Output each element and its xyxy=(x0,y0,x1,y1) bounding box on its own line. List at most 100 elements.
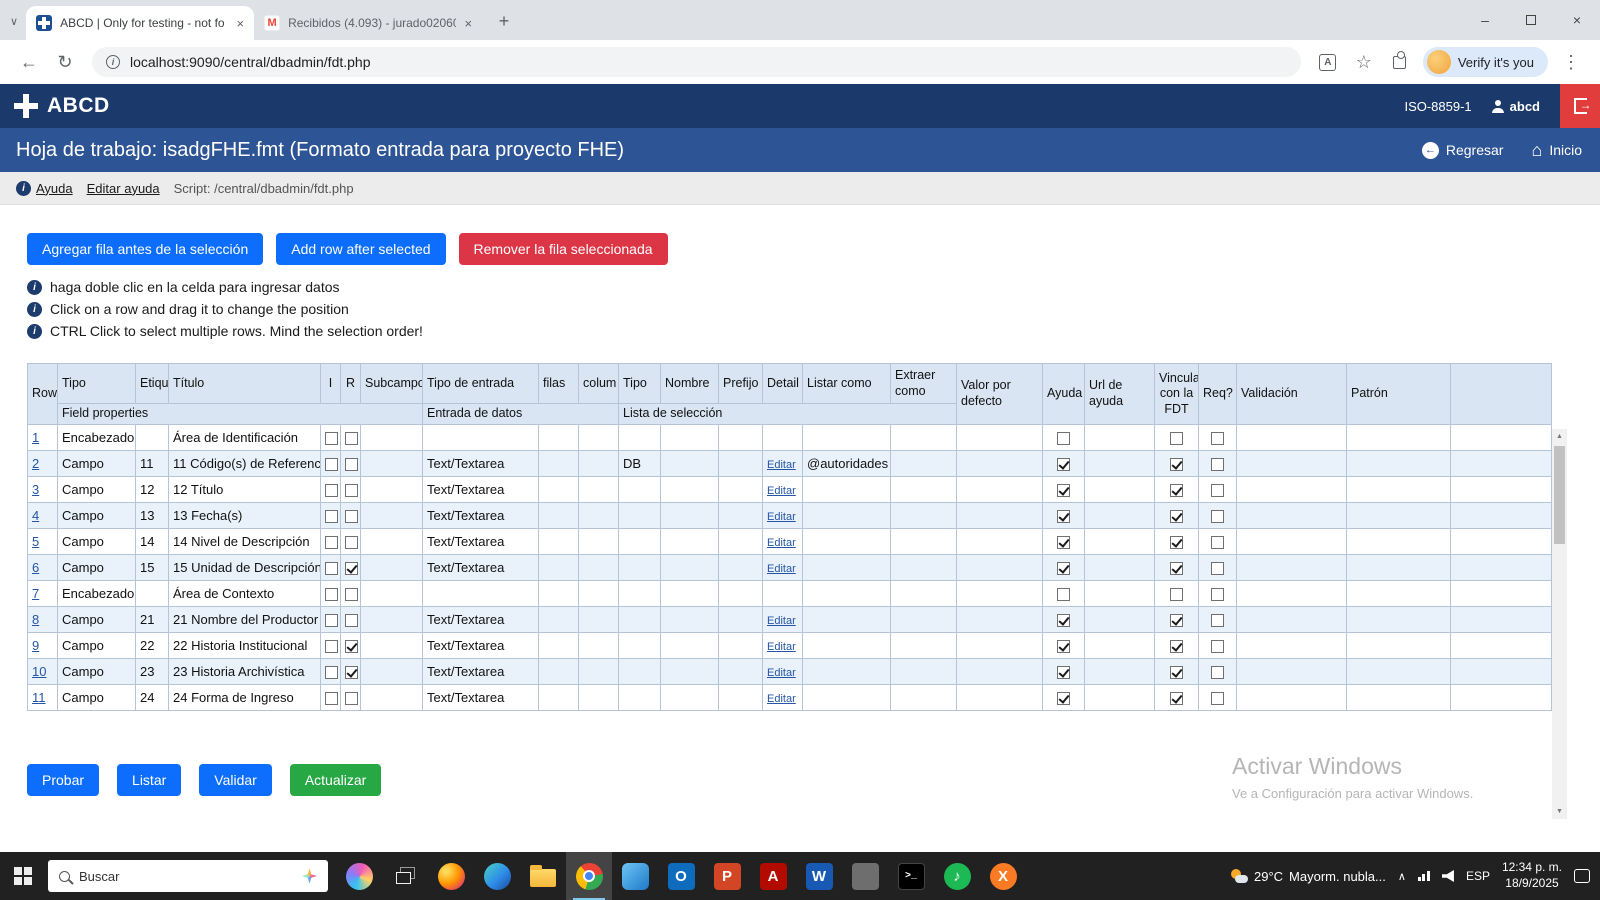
tray-chevron-icon[interactable]: ∧ xyxy=(1398,870,1406,883)
ayuda-checkbox[interactable] xyxy=(1057,640,1070,653)
ayuda-checkbox[interactable] xyxy=(1057,458,1070,471)
req-checkbox[interactable] xyxy=(1211,666,1224,679)
ayuda-checkbox[interactable] xyxy=(1057,484,1070,497)
i-checkbox[interactable] xyxy=(325,692,338,705)
scroll-down-icon[interactable]: ▼ xyxy=(1552,804,1567,819)
req-checkbox[interactable] xyxy=(1211,614,1224,627)
fdt-checkbox[interactable] xyxy=(1170,458,1183,471)
clock[interactable]: 12:34 p. m. 18/9/2025 xyxy=(1502,860,1562,891)
pinned-app-icon[interactable] xyxy=(842,852,888,900)
r-checkbox[interactable] xyxy=(345,432,358,445)
inicio-link[interactable]: ⌂ Inicio xyxy=(1531,141,1582,159)
editar-link[interactable]: Editar xyxy=(767,511,796,523)
ayuda-checkbox[interactable] xyxy=(1057,692,1070,705)
tab-close-icon[interactable]: × xyxy=(464,16,472,31)
fdt-checkbox[interactable] xyxy=(1170,588,1183,601)
r-checkbox[interactable] xyxy=(345,692,358,705)
i-checkbox[interactable] xyxy=(325,588,338,601)
i-checkbox[interactable] xyxy=(325,614,338,627)
fdt-checkbox[interactable] xyxy=(1170,666,1183,679)
powerpoint-icon[interactable]: P xyxy=(704,852,750,900)
tab-close-icon[interactable]: × xyxy=(236,16,244,31)
ayuda-checkbox[interactable] xyxy=(1057,562,1070,575)
start-button[interactable] xyxy=(0,852,46,900)
row-number-link[interactable]: 8 xyxy=(32,612,39,627)
notification-icon[interactable] xyxy=(1574,869,1590,883)
site-info-icon[interactable]: i xyxy=(106,55,120,69)
table-row[interactable]: 10Campo2323 Historia ArchivísticaText/Te… xyxy=(28,659,1552,685)
fdt-checkbox[interactable] xyxy=(1170,692,1183,705)
edge-icon[interactable] xyxy=(474,852,520,900)
back-button[interactable]: ← xyxy=(12,45,46,79)
listar-button[interactable]: Listar xyxy=(117,764,181,796)
reload-button[interactable]: ↻ xyxy=(48,45,82,79)
tab-search-icon[interactable]: ∨ xyxy=(10,15,18,28)
minimize-button[interactable]: – xyxy=(1462,0,1508,40)
i-checkbox[interactable] xyxy=(325,484,338,497)
remove-row-button[interactable]: Remover la fila seleccionada xyxy=(459,233,668,265)
editar-link[interactable]: Editar xyxy=(767,667,796,679)
r-checkbox[interactable] xyxy=(345,666,358,679)
table-row[interactable]: 1EncabezadoÁrea de Identificación xyxy=(28,425,1552,451)
req-checkbox[interactable] xyxy=(1211,458,1224,471)
word-icon[interactable]: W xyxy=(796,852,842,900)
row-number-link[interactable]: 2 xyxy=(32,456,39,471)
fdt-checkbox[interactable] xyxy=(1170,510,1183,523)
req-checkbox[interactable] xyxy=(1211,432,1224,445)
translate-icon[interactable]: A xyxy=(1311,45,1345,79)
row-number-link[interactable]: 4 xyxy=(32,508,39,523)
ayuda-checkbox[interactable] xyxy=(1057,666,1070,679)
r-checkbox[interactable] xyxy=(345,614,358,627)
scrollbar-thumb[interactable] xyxy=(1554,446,1565,544)
add-row-before-button[interactable]: Agregar fila antes de la selección xyxy=(27,233,263,265)
fdt-checkbox[interactable] xyxy=(1170,484,1183,497)
firefox-icon[interactable] xyxy=(428,852,474,900)
browser-tab-gmail[interactable]: M Recibidos (4.093) - jurado02060 × xyxy=(254,6,482,40)
r-checkbox[interactable] xyxy=(345,640,358,653)
close-window-button[interactable]: × xyxy=(1554,0,1600,40)
extensions-icon[interactable] xyxy=(1383,45,1417,79)
editar-link[interactable]: Editar xyxy=(767,485,796,497)
i-checkbox[interactable] xyxy=(325,510,338,523)
i-checkbox[interactable] xyxy=(325,562,338,575)
terminal-icon[interactable]: >_ xyxy=(888,852,934,900)
req-checkbox[interactable] xyxy=(1211,588,1224,601)
table-row[interactable]: 5Campo1414 Nivel de DescripciónText/Text… xyxy=(28,529,1552,555)
table-row[interactable]: 7EncabezadoÁrea de Contexto xyxy=(28,581,1552,607)
actualizar-button[interactable]: Actualizar xyxy=(290,764,381,796)
profile-chip[interactable]: Verify it's you xyxy=(1423,47,1548,77)
task-view-icon[interactable] xyxy=(382,852,428,900)
row-number-link[interactable]: 9 xyxy=(32,638,39,653)
url-bar[interactable]: i localhost:9090/central/dbadmin/fdt.php xyxy=(92,47,1301,77)
maximize-button[interactable] xyxy=(1508,0,1554,40)
network-icon[interactable] xyxy=(1418,871,1430,881)
table-row[interactable]: 11Campo2424 Forma de IngresoText/Textare… xyxy=(28,685,1552,711)
ayuda-checkbox[interactable] xyxy=(1057,536,1070,549)
fdt-checkbox[interactable] xyxy=(1170,536,1183,549)
table-row[interactable]: 9Campo2222 Historia InstitucionalText/Te… xyxy=(28,633,1552,659)
r-checkbox[interactable] xyxy=(345,588,358,601)
ayuda-link[interactable]: Ayuda xyxy=(36,181,73,196)
outlook-icon[interactable]: O xyxy=(658,852,704,900)
r-checkbox[interactable] xyxy=(345,536,358,549)
copilot-icon[interactable] xyxy=(336,852,382,900)
add-row-after-button[interactable]: Add row after selected xyxy=(276,233,445,265)
editar-link[interactable]: Editar xyxy=(767,693,796,705)
table-row[interactable]: 3Campo1212 TítuloText/TextareaEditar xyxy=(28,477,1552,503)
row-number-link[interactable]: 10 xyxy=(32,664,46,679)
r-checkbox[interactable] xyxy=(345,562,358,575)
row-number-link[interactable]: 7 xyxy=(32,586,39,601)
row-number-link[interactable]: 6 xyxy=(32,560,39,575)
table-row[interactable]: 2Campo1111 Código(s) de ReferenciaText/T… xyxy=(28,451,1552,477)
ayuda-checkbox[interactable] xyxy=(1057,432,1070,445)
table-row[interactable]: 4Campo1313 Fecha(s)Text/TextareaEditar xyxy=(28,503,1552,529)
bookmark-star-icon[interactable]: ☆ xyxy=(1347,45,1381,79)
probar-button[interactable]: Probar xyxy=(27,764,99,796)
abcd-logo[interactable]: ABCD xyxy=(14,94,110,118)
fdt-checkbox[interactable] xyxy=(1170,432,1183,445)
table-row[interactable]: 6Campo1515 Unidad de DescripciónText/Tex… xyxy=(28,555,1552,581)
chrome-icon[interactable] xyxy=(566,852,612,900)
ayuda-checkbox[interactable] xyxy=(1057,614,1070,627)
req-checkbox[interactable] xyxy=(1211,562,1224,575)
volume-icon[interactable] xyxy=(1442,870,1454,882)
